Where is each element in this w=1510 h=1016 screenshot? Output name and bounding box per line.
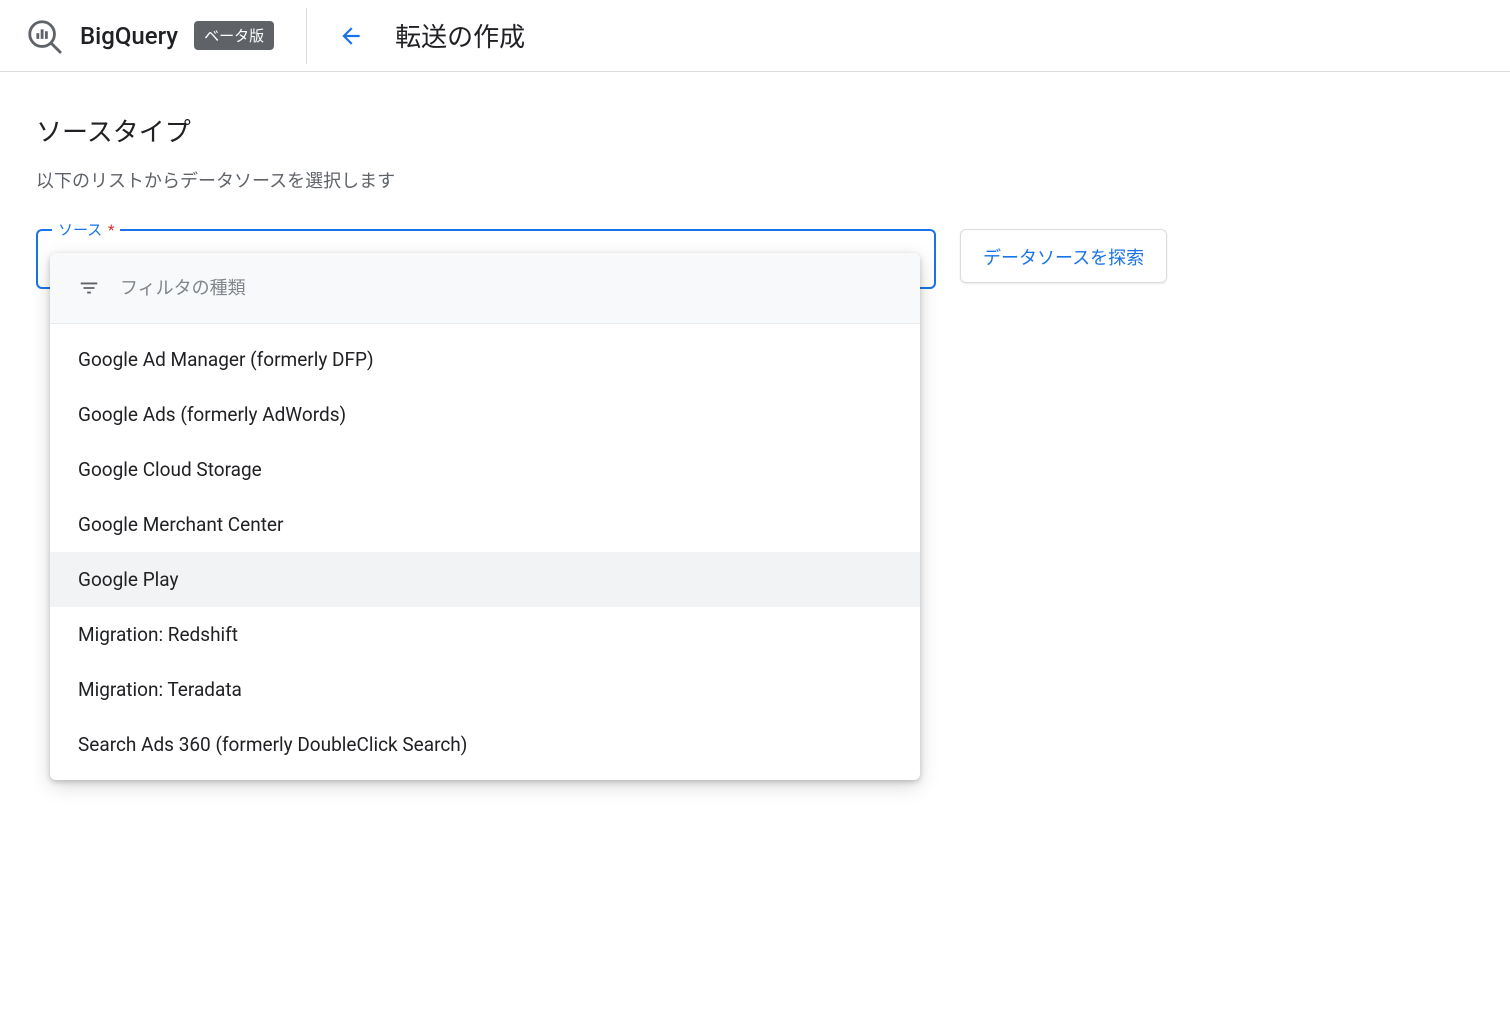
beta-badge: ベータ版 [194, 21, 274, 50]
dropdown-list: Google Ad Manager (formerly DFP)Google A… [50, 324, 920, 780]
header-left: BigQuery ベータ版 [24, 8, 307, 64]
dropdown-item[interactable]: Google Ads (formerly AdWords) [50, 387, 920, 442]
dropdown-item[interactable]: Google Play [50, 552, 920, 607]
source-select-label: ソース * [52, 219, 120, 240]
dropdown-item[interactable]: Migration: Redshift [50, 607, 920, 662]
bigquery-logo-icon [24, 16, 64, 56]
section-title: ソースタイプ [36, 112, 1474, 149]
main-content: ソースタイプ 以下のリストからデータソースを選択します ソース * [0, 72, 1510, 329]
filter-row [50, 253, 920, 324]
source-dropdown: Google Ad Manager (formerly DFP)Google A… [50, 253, 920, 780]
dropdown-item[interactable]: Search Ads 360 (formerly DoubleClick Sea… [50, 717, 920, 772]
page-title: 転送の作成 [395, 17, 525, 54]
back-button[interactable] [331, 16, 371, 56]
required-indicator: * [108, 221, 114, 239]
dropdown-item[interactable]: Google Merchant Center [50, 497, 920, 552]
app-header: BigQuery ベータ版 転送の作成 [0, 0, 1510, 72]
dropdown-item[interactable]: Google Cloud Storage [50, 442, 920, 497]
filter-input[interactable] [120, 278, 892, 299]
dropdown-item[interactable]: Migration: Teradata [50, 662, 920, 717]
dropdown-item[interactable]: Google Ad Manager (formerly DFP) [50, 332, 920, 387]
source-form-row: ソース * Google Ad Manager (formerly DFP)Go… [36, 229, 1474, 289]
explore-sources-button[interactable]: データソースを探索 [960, 229, 1167, 283]
filter-icon [78, 277, 100, 299]
arrow-left-icon [338, 23, 364, 49]
source-label-text: ソース [58, 221, 102, 239]
section-subtitle: 以下のリストからデータソースを選択します [36, 167, 1474, 193]
product-name: BigQuery [80, 22, 178, 50]
source-select-wrapper: ソース * Google Ad Manager (formerly DFP)Go… [36, 229, 936, 289]
